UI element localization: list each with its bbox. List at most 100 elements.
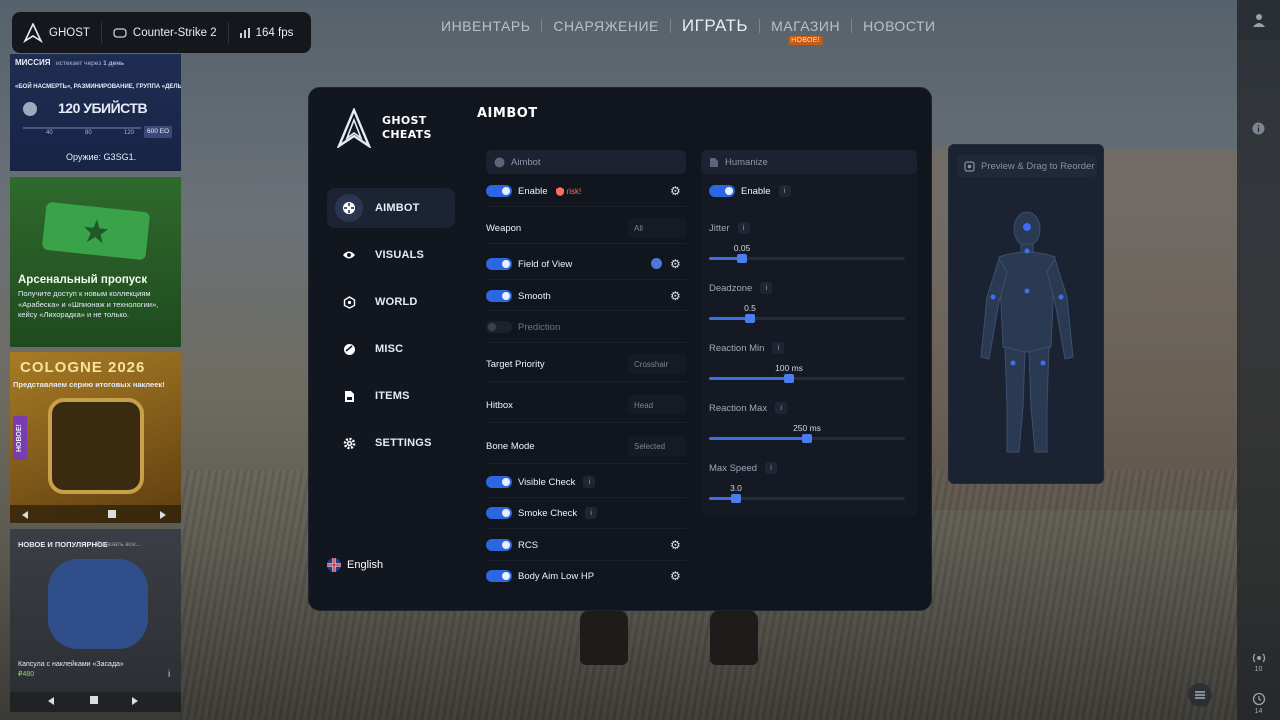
divider [486, 381, 686, 382]
carousel-next-button[interactable] [132, 697, 138, 705]
menu-label: AIMBOT [375, 202, 420, 214]
target-priority-select[interactable]: Crosshair [628, 354, 686, 374]
gear-icon[interactable]: ⚙ [670, 570, 682, 582]
visible-check-toggle[interactable] [486, 476, 512, 488]
globe-icon [335, 288, 363, 316]
game-chip[interactable]: Counter-Strike 2 [102, 12, 228, 53]
menu-item-world[interactable]: WORLD [327, 282, 455, 322]
menu-item-items[interactable]: ITEMS [327, 376, 455, 416]
gear-icon[interactable]: ⚙ [670, 258, 682, 270]
slider-handle[interactable] [737, 254, 747, 263]
show-all-link[interactable]: Показать все... [96, 540, 141, 550]
history-button[interactable]: 14 [1237, 680, 1280, 718]
user-chip[interactable]: GHOST [12, 12, 101, 53]
crosshair-icon [335, 194, 363, 222]
smooth-row: Smooth ⚙ [486, 282, 686, 310]
profile-button[interactable] [1237, 0, 1280, 40]
carousel-next-button[interactable] [160, 511, 166, 519]
skull-icon [23, 102, 37, 116]
slider-label: Reaction Max i [709, 402, 905, 414]
humanize-enable-toggle[interactable] [709, 185, 735, 197]
hitbox-chest[interactable] [1024, 288, 1030, 294]
body-aim-toggle[interactable] [486, 570, 512, 582]
info-icon[interactable]: i [775, 402, 788, 414]
mission-expires: истекает через 1 день [56, 59, 124, 69]
gear-icon[interactable]: ⚙ [670, 185, 682, 197]
menu-item-visuals[interactable]: VISUALS [327, 235, 455, 275]
hitbox-head[interactable] [1023, 223, 1031, 231]
hitbox-left-leg[interactable] [1010, 360, 1016, 366]
slider-value: 0.5 [744, 303, 756, 313]
slider-label-text: Deadzone [709, 282, 753, 294]
info-icon[interactable]: i [772, 342, 785, 354]
hitbox-right-arm[interactable] [1058, 294, 1064, 300]
mission-card[interactable]: МИССИЯ истекает через 1 день «БОЙ НАСМЕР… [10, 54, 181, 171]
enable-toggle[interactable] [486, 185, 512, 197]
carousel-indicator[interactable] [108, 510, 116, 518]
rcs-label: RCS [518, 539, 539, 551]
cologne-card[interactable]: COLOGNE 2026 Представляем серию итоговых… [10, 352, 181, 523]
slider-reaction-min: Reaction Min i 100 ms [709, 342, 905, 383]
info-icon[interactable]: i [737, 222, 750, 234]
menu-label: WORLD [375, 296, 418, 308]
pass-text: Получите доступ к новым коллекциям «Араб… [18, 289, 159, 319]
menu-item-settings[interactable]: SETTINGS [327, 423, 455, 463]
slider-handle[interactable] [731, 494, 741, 503]
nav-loadout[interactable]: СНАРЯЖЕНИЕ [542, 18, 669, 34]
uk-flag-icon [327, 558, 341, 572]
game-name: Counter-Strike 2 [132, 26, 217, 39]
carousel-prev-button[interactable] [22, 511, 28, 519]
preview-panel: Preview & Drag to Reorder [948, 144, 1104, 484]
slider-track[interactable] [709, 434, 905, 443]
smooth-toggle[interactable] [486, 290, 512, 302]
hitbox-select[interactable]: Head [628, 395, 686, 415]
slider-handle[interactable] [784, 374, 794, 383]
language-selector[interactable]: English [327, 558, 383, 572]
info-button[interactable] [1237, 108, 1280, 148]
slider-track[interactable] [709, 374, 905, 383]
hitbox-left-arm[interactable] [990, 294, 996, 300]
carousel-prev-button[interactable] [48, 697, 54, 705]
info-icon[interactable]: i [168, 670, 170, 680]
fov-toggle[interactable] [486, 258, 512, 270]
info-icon[interactable]: i [583, 476, 596, 488]
aimbot-column: Aimbot Enable risk! ⚙ Weapon All Field o… [486, 150, 686, 582]
new-badge: НОВОЕ! [788, 36, 823, 45]
bone-mode-select[interactable]: Selected [628, 436, 686, 456]
slider-handle[interactable] [802, 434, 812, 443]
nav-play[interactable]: ИГРАТЬ [671, 16, 759, 36]
slider-handle[interactable] [745, 314, 755, 323]
rcs-toggle[interactable] [486, 539, 512, 551]
menu-item-aimbot[interactable]: AIMBOT [327, 188, 455, 228]
body-model-figure[interactable] [979, 207, 1075, 457]
crosshair-icon [494, 157, 505, 167]
slider-track[interactable] [709, 254, 905, 263]
slider-track[interactable] [709, 314, 905, 323]
signal-button[interactable]: 10 [1237, 640, 1280, 676]
nav-store[interactable]: МАГАЗИН НОВОЕ! [760, 18, 851, 45]
gear-icon[interactable]: ⚙ [670, 539, 682, 551]
armory-pass-card[interactable]: Арсенальный пропуск Получите доступ к но… [10, 177, 181, 347]
gear-icon[interactable]: ⚙ [670, 290, 682, 302]
smoke-check-toggle[interactable] [486, 507, 512, 519]
new-popular-card[interactable]: НОВОЕ И ПОПУЛЯРНОЕ Показать все... Капсу… [10, 529, 181, 712]
hitbox-right-leg[interactable] [1040, 360, 1046, 366]
info-icon[interactable]: i [760, 282, 773, 294]
filters-button[interactable] [1188, 683, 1212, 707]
nav-news[interactable]: НОВОСТИ [852, 18, 947, 34]
nav-inventory[interactable]: ИНВЕНТАРЬ [430, 18, 541, 34]
menu-item-misc[interactable]: MISC [327, 329, 455, 369]
info-icon[interactable]: i [778, 185, 791, 197]
menu-label: SETTINGS [375, 437, 432, 449]
carousel-indicator[interactable] [90, 696, 98, 704]
palette-icon[interactable] [651, 258, 662, 269]
info-icon[interactable]: i [765, 462, 778, 474]
prediction-toggle[interactable] [486, 321, 512, 333]
carousel-bar [10, 505, 181, 523]
hitbox-neck[interactable] [1024, 248, 1030, 254]
star-icon [84, 219, 109, 244]
slider-track[interactable] [709, 494, 905, 503]
preview-header: Preview & Drag to Reorder [957, 155, 1097, 177]
info-icon[interactable]: i [585, 507, 598, 519]
weapon-select[interactable]: All [628, 218, 686, 238]
